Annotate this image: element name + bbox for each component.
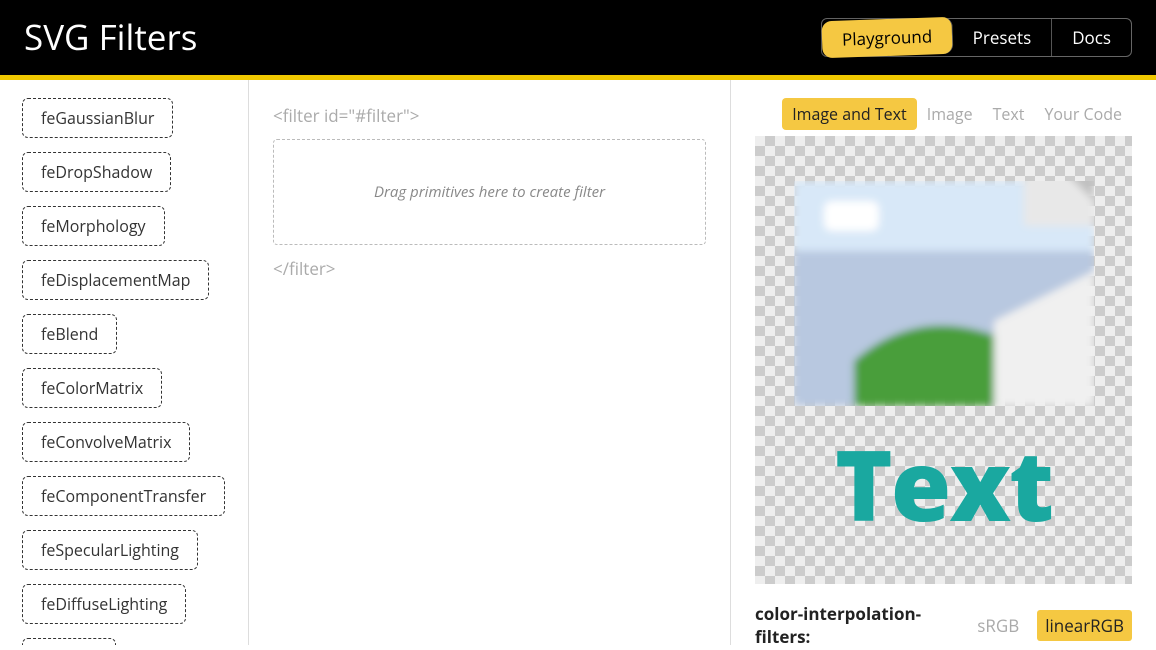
primitive-feMorphology[interactable]: feMorphology — [22, 206, 165, 246]
primitive-feComponentTransfer[interactable]: feComponentTransfer — [22, 476, 225, 516]
primitive-feDropShadow[interactable]: feDropShadow — [22, 152, 171, 192]
app-title: SVG Filters — [24, 14, 197, 61]
main-nav: Playground Presets Docs — [821, 18, 1132, 57]
nav-presets[interactable]: Presets — [953, 19, 1053, 56]
primitive-feBlend[interactable]: feBlend — [22, 314, 117, 354]
tab-text[interactable]: Text — [983, 98, 1035, 130]
primitive-feFlood[interactable]: feFlood — [22, 638, 116, 645]
filter-drop-zone[interactable]: Drag primitives here to create filter — [273, 139, 706, 245]
primitive-feDisplacementMap[interactable]: feDisplacementMap — [22, 260, 209, 300]
interp-option-linearrgb[interactable]: linearRGB — [1037, 610, 1132, 641]
primitive-feConvolveMatrix[interactable]: feConvolveMatrix — [22, 422, 190, 462]
primitives-sidebar: feGaussianBlur feDropShadow feMorphology… — [0, 80, 249, 645]
preview-panel: Image and Text Image Text Your Code — [731, 80, 1156, 645]
nav-playground[interactable]: Playground — [821, 17, 953, 59]
interpolation-row: color-interpolation-filters: sRGB linear… — [755, 602, 1132, 648]
nav-docs[interactable]: Docs — [1052, 19, 1131, 56]
preview-tabs: Image and Text Image Text Your Code — [755, 98, 1132, 130]
filter-open-tag: <filter id="#filter"> — [273, 104, 706, 127]
preview-canvas: Text — [755, 136, 1132, 584]
tab-your-code[interactable]: Your Code — [1034, 98, 1132, 130]
interp-option-srgb[interactable]: sRGB — [969, 610, 1027, 641]
filter-close-tag: </filter> — [273, 257, 706, 280]
primitive-feGaussianBlur[interactable]: feGaussianBlur — [22, 98, 173, 138]
placeholder-image-icon — [794, 181, 1094, 406]
primitive-feColorMatrix[interactable]: feColorMatrix — [22, 368, 162, 408]
preview-text-sample: Text — [835, 416, 1052, 550]
interpolation-label: color-interpolation-filters: — [755, 602, 959, 648]
header: SVG Filters Playground Presets Docs — [0, 0, 1156, 80]
primitive-feSpecularLighting[interactable]: feSpecularLighting — [22, 530, 198, 570]
primitive-feDiffuseLighting[interactable]: feDiffuseLighting — [22, 584, 186, 624]
filter-editor: <filter id="#filter"> Drag primitives he… — [249, 80, 731, 645]
main-content: feGaussianBlur feDropShadow feMorphology… — [0, 80, 1156, 645]
tab-image-and-text[interactable]: Image and Text — [782, 98, 917, 130]
tab-image[interactable]: Image — [917, 98, 983, 130]
